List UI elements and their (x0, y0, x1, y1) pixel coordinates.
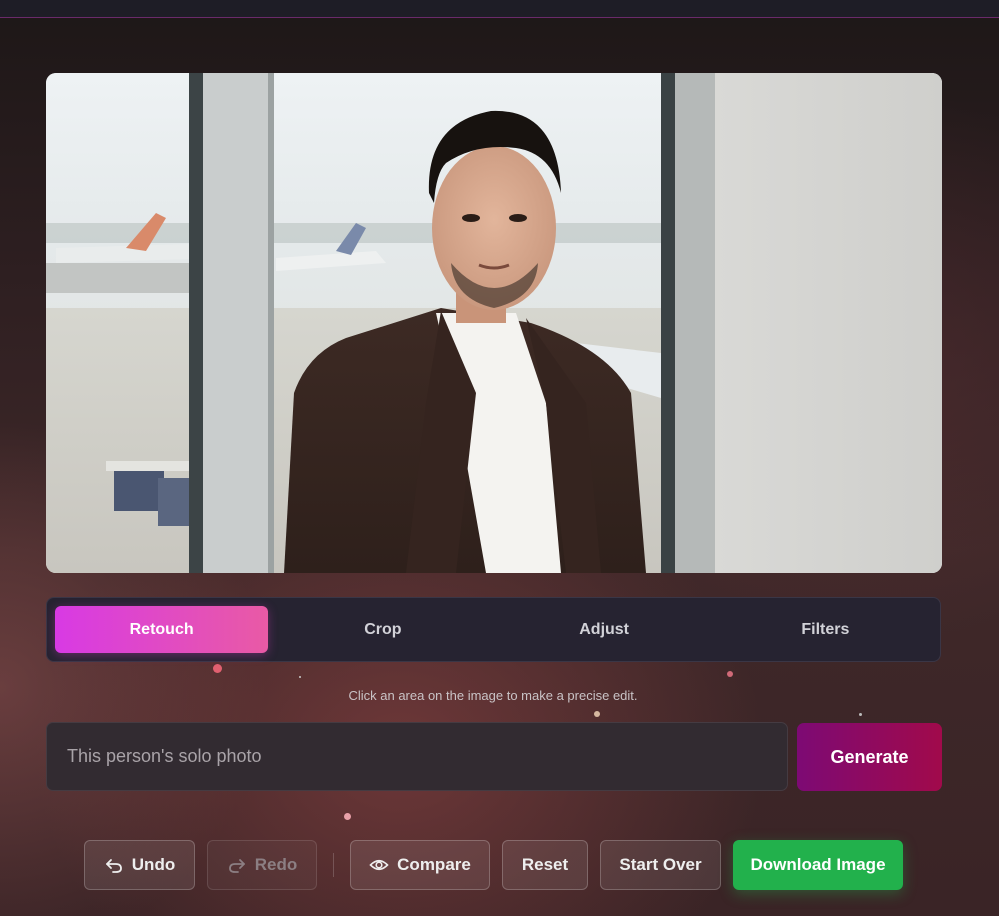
edit-prompt-input[interactable] (46, 722, 788, 791)
tool-tabs: Retouch Crop Adjust Filters (46, 597, 941, 662)
top-bar (0, 0, 999, 18)
redo-label: Redo (254, 855, 298, 874)
particle (213, 664, 222, 673)
particle (299, 676, 301, 678)
eye-icon (369, 855, 389, 875)
start-over-button[interactable]: Start Over (600, 840, 721, 890)
compare-button[interactable]: Compare (350, 840, 490, 890)
toolbar-divider (333, 853, 334, 877)
particle (344, 813, 351, 820)
tab-crop[interactable]: Crop (276, 606, 489, 653)
compare-label: Compare (397, 855, 471, 874)
tab-adjust[interactable]: Adjust (498, 606, 711, 653)
undo-button[interactable]: Undo (84, 840, 195, 890)
particle (594, 711, 600, 717)
redo-icon (227, 855, 247, 875)
portrait-photo[interactable] (46, 73, 942, 573)
undo-icon (104, 855, 124, 875)
particle (727, 671, 733, 677)
edited-image[interactable] (46, 73, 942, 573)
download-image-button[interactable]: Download Image (733, 840, 903, 890)
generate-button[interactable]: Generate (797, 723, 942, 791)
undo-label: Undo (131, 855, 176, 874)
redo-button[interactable]: Redo (207, 840, 317, 890)
edit-hint: Click an area on the image to make a pre… (348, 688, 638, 703)
reset-button[interactable]: Reset (502, 840, 588, 890)
tab-retouch[interactable]: Retouch (55, 606, 269, 653)
particle (859, 713, 862, 716)
tab-filters[interactable]: Filters (719, 606, 932, 653)
